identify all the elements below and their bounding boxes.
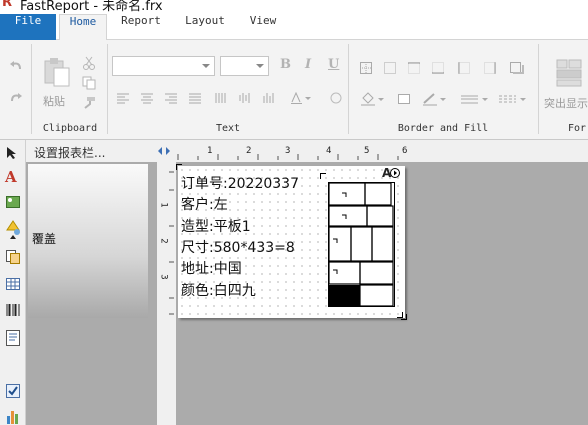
barcode-icon[interactable] [6, 304, 20, 316]
separator [31, 44, 32, 134]
text-tool-icon[interactable]: A [5, 170, 17, 185]
ruler-tick-label: 6 [402, 146, 408, 156]
border-all-icon[interactable] [360, 62, 372, 74]
selection-corner [176, 164, 182, 170]
band-name: 覆盖 [32, 232, 57, 246]
line-color-icon[interactable] [422, 92, 448, 106]
address-field[interactable]: 地址:中国 [181, 258, 242, 278]
font-name-dropdown[interactable] [112, 56, 215, 76]
clipboard-group-label: Clipboard [42, 123, 98, 134]
ruler-tick-label: 5 [364, 146, 370, 156]
valign-center-icon[interactable] [238, 92, 252, 104]
paste-label[interactable]: 粘贴 [43, 93, 65, 109]
border-none-icon[interactable] [384, 62, 396, 74]
border-fill-group-label: Border and Fill [397, 123, 489, 134]
title-bar: R FastReport - 未命名.frx [0, 0, 588, 14]
pointer-icon[interactable] [6, 146, 18, 160]
tab-file[interactable]: File [0, 14, 56, 40]
line-style-icon[interactable] [498, 92, 528, 106]
tab-home[interactable]: Home [59, 14, 107, 41]
table-icon[interactable] [6, 278, 20, 290]
valign-top-icon[interactable] [214, 92, 228, 104]
highlight-icon[interactable] [555, 58, 585, 88]
subreport-icon[interactable] [6, 250, 20, 264]
fill-color-icon[interactable] [360, 92, 386, 106]
redo-icon[interactable] [9, 92, 23, 106]
tab-view[interactable]: View [240, 14, 286, 40]
copy-icon[interactable] [82, 76, 96, 90]
ribbon-tab-bar: File Home Report Layout View [0, 14, 588, 41]
font-size-dropdown[interactable] [220, 56, 269, 76]
valign-bottom-icon[interactable] [262, 92, 276, 104]
customer-field[interactable]: 客户:左 [181, 194, 228, 214]
tab-report[interactable]: Report [113, 14, 169, 40]
highlight-label[interactable]: 突出显示 [544, 95, 588, 111]
selection-corner [320, 173, 326, 179]
undo-icon[interactable] [9, 60, 23, 74]
selection-corner [397, 312, 403, 318]
ribbon: 粘贴 Clipboard B I U Text Border and Fill … [0, 40, 588, 140]
text-group-label: Text [215, 123, 241, 134]
overlay-band-label[interactable]: 覆盖 [28, 164, 148, 318]
chart-icon[interactable] [6, 408, 20, 424]
border-left-icon[interactable] [458, 62, 470, 74]
ruler-toggle-icon[interactable] [157, 146, 171, 156]
italic-button[interactable]: I [305, 57, 311, 72]
window-title: FastReport - 未命名.frx [20, 0, 163, 14]
align-right-icon[interactable] [164, 92, 178, 104]
ruler-tick-label: 1 [207, 146, 213, 156]
format-group-label: For [568, 123, 587, 134]
style-field[interactable]: 造型:平板1 [181, 216, 251, 236]
bold-button[interactable]: B [280, 57, 291, 72]
panel-layout-diagram[interactable] [328, 182, 395, 307]
rich-text-icon[interactable] [6, 330, 20, 346]
ruler-tick-label: 3 [285, 146, 291, 156]
app-logo: R [2, 0, 13, 10]
smart-tag-icon[interactable] [390, 168, 400, 178]
align-left-icon[interactable] [116, 92, 130, 104]
highlight-text-icon[interactable] [329, 92, 343, 104]
border-shadow-icon[interactable] [510, 62, 524, 74]
format-painter-icon[interactable] [82, 96, 96, 110]
border-top-icon[interactable] [408, 62, 420, 74]
ruler-tick-label: 2 [246, 146, 252, 156]
underline-button[interactable]: U [328, 57, 339, 72]
picture-icon[interactable] [6, 196, 20, 208]
tab-layout[interactable]: Layout [176, 14, 234, 40]
shape-icon[interactable] [6, 220, 22, 240]
report-page[interactable]: 订单号:20220337 客户:左 造型:平板1 尺寸:580*433=8 地址… [176, 164, 407, 320]
order-number-field[interactable]: 订单号:20220337 [181, 173, 299, 193]
left-ruler: 1 2 3 [157, 162, 176, 425]
ruler-tick-label: 4 [326, 146, 332, 156]
line-width-icon[interactable] [460, 92, 490, 106]
separator [348, 44, 349, 134]
border-right-icon[interactable] [484, 62, 496, 74]
separator [538, 44, 539, 134]
top-ruler: 1 2 3 4 5 6 [158, 140, 588, 162]
object-toolbox: A [0, 140, 26, 425]
setup-bands-label[interactable]: 设置报表栏... [34, 144, 105, 161]
frame-rect-icon[interactable] [398, 94, 410, 104]
checkbox-icon[interactable] [6, 384, 20, 398]
band-panel-header[interactable]: 设置报表栏... [26, 140, 176, 162]
separator [107, 44, 108, 134]
paste-icon[interactable] [42, 56, 72, 88]
cut-icon[interactable] [82, 56, 96, 70]
align-justify-icon[interactable] [188, 92, 202, 104]
color-field[interactable]: 颜色:白四九 [181, 280, 256, 300]
text-color-icon[interactable] [290, 92, 312, 104]
align-center-icon[interactable] [140, 92, 154, 104]
size-field[interactable]: 尺寸:580*433=8 [181, 237, 295, 257]
border-bottom-icon[interactable] [432, 62, 444, 74]
